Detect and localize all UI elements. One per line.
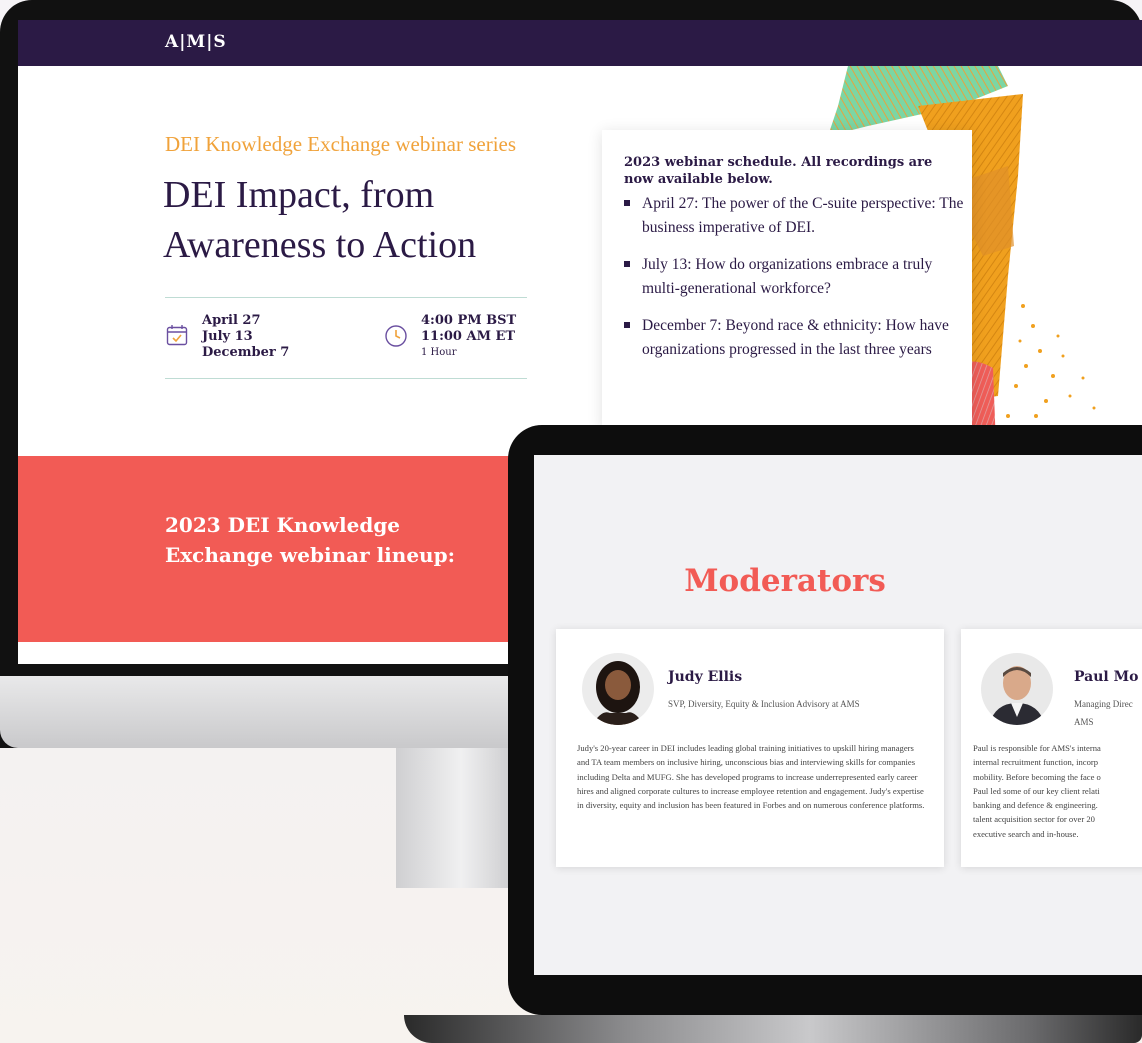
event-details: April 27 July 13 December 7 4:00 PM BST … — [165, 297, 527, 379]
event-date: July 13 — [202, 329, 253, 344]
bio-line: talent acquisition sector for over 20 — [973, 814, 1095, 825]
ams-logo[interactable]: A|M|S — [165, 32, 227, 52]
schedule-item-text: July 13: How do organizations embrace a … — [642, 256, 933, 297]
schedule-title: 2023 webinar schedule. All recordings ar… — [624, 155, 933, 187]
event-times: 4:00 PM BST 11:00 AM ET 1 Hour — [421, 313, 516, 361]
schedule-card: 2023 webinar schedule. All recordings ar… — [602, 130, 972, 430]
schedule-item-text: December 7: Beyond race & ethnicity: How… — [642, 317, 949, 358]
moderator-role: SVP, Diversity, Equity & Inclusion Advis… — [668, 699, 860, 709]
clock-icon — [385, 325, 407, 347]
schedule-item[interactable]: July 13: How do organizations embrace a … — [624, 253, 964, 301]
moderators-heading: Moderators — [684, 563, 886, 599]
bio-line: Paul led some of our key client relati — [973, 785, 1100, 796]
avatar — [981, 653, 1053, 725]
lineup-heading-line: Exchange webinar lineup: — [165, 543, 455, 567]
moderator-role-line: AMS — [1074, 717, 1094, 727]
bio-line: executive search and in-house. — [973, 828, 1079, 839]
calendar-icon — [166, 325, 188, 346]
bio-line: mobility. Before becoming the face o — [973, 771, 1101, 782]
event-dates: April 27 July 13 December 7 — [202, 313, 289, 361]
page-title: DEI Impact, from Awareness to Action — [163, 174, 477, 266]
bullet-icon — [624, 261, 630, 267]
schedule-item-text: April 27: The power of the C-suite persp… — [642, 195, 964, 236]
bio-line: banking and defence & engineering. — [973, 800, 1098, 811]
monitor-stand — [396, 748, 526, 888]
bullet-icon — [624, 200, 630, 206]
event-time: 4:00 PM BST — [421, 313, 517, 328]
schedule-item[interactable]: December 7: Beyond race & ethnicity: How… — [624, 314, 964, 362]
moderator-name: Judy Ellis — [668, 669, 743, 685]
lineup-heading-line: 2023 DEI Knowledge — [165, 513, 401, 537]
laptop-screen: Moderators Judy Ellis SVP, Diversity, Eq… — [534, 455, 1142, 975]
moderator-role-line: Managing Direc — [1074, 699, 1133, 709]
lineup-heading: 2023 DEI Knowledge Exchange webinar line… — [165, 510, 455, 570]
avatar — [582, 653, 654, 725]
top-navigation-bar: A|M|S — [18, 20, 1142, 66]
event-duration: 1 Hour — [421, 347, 457, 358]
moderator-bio: Paul is responsible for AMS's interna in… — [973, 741, 1142, 841]
bullet-icon — [624, 322, 630, 328]
series-label: DEI Knowledge Exchange webinar series — [165, 132, 517, 156]
event-time: 11:00 AM ET — [421, 329, 516, 344]
moderator-card: Judy Ellis SVP, Diversity, Equity & Incl… — [556, 629, 944, 867]
bio-line: Paul is responsible for AMS's interna — [973, 743, 1101, 753]
schedule-item[interactable]: April 27: The power of the C-suite persp… — [624, 192, 964, 240]
event-date: December 7 — [202, 345, 290, 360]
event-date: April 27 — [202, 313, 261, 328]
moderator-bio: Judy's 20-year career in DEI includes le… — [577, 743, 925, 811]
moderator-card: Paul Mo Managing Direc AMS Paul is respo… — [961, 629, 1142, 867]
moderator-role: Managing Direc AMS — [1074, 695, 1133, 731]
moderator-name: Paul Mo — [1074, 669, 1139, 685]
schedule-list: April 27: The power of the C-suite persp… — [624, 192, 964, 375]
bio-line: internal recruitment function, incorp — [973, 757, 1099, 768]
laptop-base — [404, 1015, 1142, 1043]
